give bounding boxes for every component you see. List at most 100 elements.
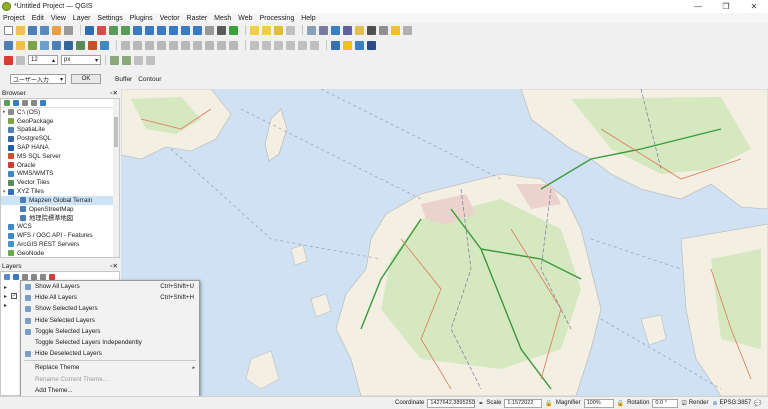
add-postgis-icon[interactable] xyxy=(64,40,73,50)
digitizing-options-icon[interactable] xyxy=(134,55,143,65)
coordinate-field[interactable]: 1427642,3895250 xyxy=(427,398,476,408)
browser-item[interactable]: OpenStreetMap xyxy=(1,205,119,214)
pan-icon[interactable] xyxy=(85,25,94,35)
panel-float-close-icon[interactable]: ▫✕ xyxy=(110,262,118,270)
layout-manager-icon[interactable] xyxy=(64,25,73,35)
menu-layer[interactable]: Layer xyxy=(73,15,91,22)
render-checkbox[interactable]: ☑ xyxy=(681,400,686,407)
undo-icon[interactable] xyxy=(217,40,226,50)
size-spinbox[interactable]: 12 ▴ xyxy=(28,55,58,65)
processing-toolbox-icon[interactable] xyxy=(355,40,364,50)
user-input-combo[interactable]: ユーザー入力 ▾ xyxy=(10,74,66,84)
digitize-icon[interactable] xyxy=(145,40,154,50)
lock-magnifier-icon[interactable]: 🔒 xyxy=(617,400,624,407)
vertex-tool-icon[interactable] xyxy=(157,40,166,50)
menu-web[interactable]: Web xyxy=(238,15,252,22)
save-as-icon[interactable] xyxy=(40,25,49,35)
snapping-icon[interactable] xyxy=(110,55,119,65)
browser-item[interactable]: ArcGIS REST Servers xyxy=(1,240,119,249)
add-mesh-icon[interactable] xyxy=(52,40,61,50)
add-vector-icon[interactable] xyxy=(28,40,37,50)
label-tool-icon[interactable] xyxy=(250,40,259,50)
browser-item[interactable]: 地理院標準地図 xyxy=(1,214,119,222)
browser-item[interactable]: Oracle xyxy=(1,161,119,170)
browser-item[interactable]: GeoPackage xyxy=(1,117,119,126)
menu-item[interactable]: Hide All Layers Ctrl+Shift+H xyxy=(21,292,199,303)
open-project-icon[interactable] xyxy=(16,25,25,35)
browser-scrollbar[interactable] xyxy=(113,99,119,257)
browser-item[interactable]: Vector Tiles xyxy=(1,178,119,187)
pin-labels-icon[interactable] xyxy=(262,40,271,50)
filter-icon[interactable] xyxy=(22,273,28,280)
plugin-icon[interactable] xyxy=(343,40,352,50)
menu-settings[interactable]: Settings xyxy=(97,15,122,22)
menu-help[interactable]: Help xyxy=(301,15,315,22)
menu-view[interactable]: View xyxy=(51,15,66,22)
remove-layer-icon[interactable] xyxy=(49,273,55,280)
add-raster-icon[interactable] xyxy=(40,40,49,50)
rotation-spinbox[interactable]: 0.0 ° xyxy=(652,398,679,408)
menu-item[interactable]: Rename Current Theme... xyxy=(21,374,199,385)
map-tips-icon[interactable] xyxy=(379,25,388,35)
browser-item[interactable]: ▾ XYZ Tiles xyxy=(1,187,119,196)
data-source-manager-icon[interactable] xyxy=(4,40,13,50)
browser-item[interactable]: WFS / OGC API - Features xyxy=(1,231,119,240)
bookmark-icon[interactable] xyxy=(391,25,400,35)
add-wms-icon[interactable] xyxy=(76,40,85,50)
deselect-icon[interactable] xyxy=(274,25,283,35)
cut-features-icon[interactable] xyxy=(181,40,190,50)
collapse-all-icon[interactable] xyxy=(40,273,46,280)
select-features-icon[interactable] xyxy=(262,25,271,35)
zoom-layer-icon[interactable] xyxy=(157,25,166,35)
sum-icon[interactable] xyxy=(343,25,352,35)
scrollbar-thumb[interactable] xyxy=(114,117,118,147)
unit-combo[interactable]: px ▾ xyxy=(61,55,101,65)
browser-item[interactable]: SpatiaLite xyxy=(1,126,119,135)
menu-mesh[interactable]: Mesh xyxy=(214,15,231,22)
python-console-icon[interactable] xyxy=(331,40,340,50)
tracing-icon[interactable] xyxy=(122,55,131,65)
browser-item[interactable]: WMS/WMTS xyxy=(1,170,119,179)
style-manager-icon[interactable] xyxy=(4,55,13,65)
pan-to-selection-icon[interactable] xyxy=(97,25,106,35)
restore-button[interactable]: ❐ xyxy=(712,0,740,13)
collapse-icon[interactable] xyxy=(31,100,37,106)
magnifier-spinbox[interactable]: 100% xyxy=(583,398,614,408)
tips-icon[interactable] xyxy=(355,25,364,35)
zoom-full-icon[interactable] xyxy=(133,25,142,35)
panel-float-close-icon[interactable]: ▫✕ xyxy=(110,89,118,97)
new-map-view-icon[interactable] xyxy=(205,25,214,35)
close-button[interactable]: ✕ xyxy=(740,0,768,13)
layer-tree-expanders[interactable]: ▸ ▸ ▸ xyxy=(4,284,7,311)
move-label-icon[interactable] xyxy=(286,40,295,50)
refresh-icon[interactable] xyxy=(13,100,19,106)
zoom-native-icon[interactable] xyxy=(169,25,178,35)
measure-icon[interactable] xyxy=(307,25,316,35)
show-hide-labels-icon[interactable] xyxy=(274,40,283,50)
zoom-selection-icon[interactable] xyxy=(145,25,154,35)
crs-label[interactable]: EPSG:3857 xyxy=(720,400,752,406)
add-mssql-icon[interactable] xyxy=(88,40,97,50)
save-edits-icon[interactable] xyxy=(133,40,142,50)
browser-item[interactable]: ▸ C:\ (OS) xyxy=(1,108,119,117)
eye-icon[interactable] xyxy=(13,273,19,280)
ok-button[interactable]: OK xyxy=(71,74,101,84)
browser-item[interactable]: SAP HANA xyxy=(1,143,119,152)
menu-item[interactable]: Add Theme... xyxy=(21,385,199,396)
topology-icon[interactable] xyxy=(16,55,25,65)
contour-button[interactable]: Contour xyxy=(138,76,161,83)
change-label-icon[interactable] xyxy=(310,40,319,50)
print-layout-icon[interactable] xyxy=(52,25,61,35)
new-layer-icon[interactable] xyxy=(16,40,25,50)
identify-icon[interactable] xyxy=(250,25,259,35)
crs-icon[interactable]: ⊕ xyxy=(713,400,718,407)
copy-features-icon[interactable] xyxy=(193,40,202,50)
edit-toggle-icon[interactable] xyxy=(121,40,130,50)
close-icon[interactable] xyxy=(146,55,155,65)
menu-raster[interactable]: Raster xyxy=(187,15,208,22)
menu-processing[interactable]: Processing xyxy=(260,15,295,22)
map-canvas[interactable] xyxy=(121,89,768,396)
model-builder-icon[interactable] xyxy=(367,40,376,50)
menu-item[interactable]: Hide Deselected Layers xyxy=(21,348,199,359)
buffer-button[interactable]: Buffer xyxy=(115,76,132,83)
